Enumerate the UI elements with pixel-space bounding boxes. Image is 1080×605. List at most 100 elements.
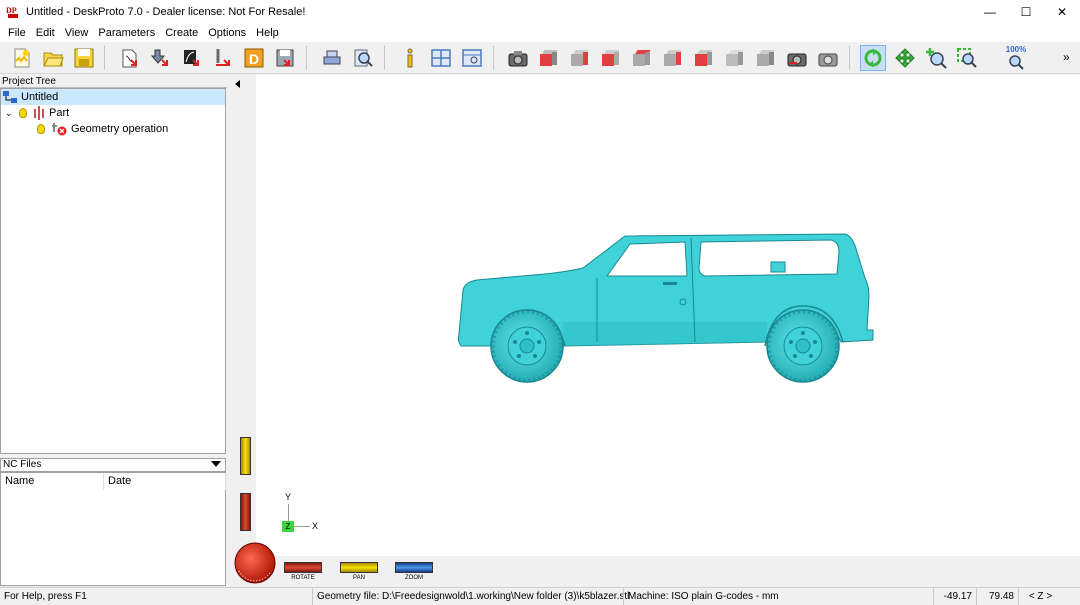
minimize-button[interactable]: — <box>972 0 1008 24</box>
view-top-icon[interactable] <box>691 45 717 71</box>
svg-text:DP: DP <box>6 6 17 15</box>
zoom-slider[interactable] <box>395 562 433 573</box>
tree-item-part[interactable]: ⌄ Part <box>5 105 69 121</box>
project-tree-header: Project Tree <box>0 75 227 88</box>
status-help: For Help, press F1 <box>4 591 87 602</box>
rotate-slider-label: ROTATE <box>291 575 315 581</box>
toolbar-separator <box>493 46 494 70</box>
axis-triad: Y Z X <box>280 490 330 535</box>
front-wheel <box>490 309 564 383</box>
project-tree: Untitled ⌄ Part Geometry operation <box>0 88 226 454</box>
zoom-slider-label: ZOOM <box>405 575 423 581</box>
dxf-export-icon[interactable]: D <box>241 45 267 71</box>
toolbar-separator <box>104 46 105 70</box>
lightbulb-icon[interactable] <box>19 108 27 118</box>
view-right-icon[interactable] <box>598 45 624 71</box>
dropdown-arrow-icon[interactable] <box>211 461 221 467</box>
layout-icon[interactable] <box>428 45 454 71</box>
print-icon[interactable] <box>319 45 345 71</box>
close-button[interactable]: ✕ <box>1044 0 1080 24</box>
toolbar-overflow-icon[interactable]: » <box>1063 50 1070 64</box>
info-icon[interactable] <box>397 45 423 71</box>
status-machine: Machine: ISO plain G-codes - mm <box>623 588 933 605</box>
axis-x-line <box>294 526 310 527</box>
view-iso-icon[interactable] <box>536 45 562 71</box>
menu-view[interactable]: View <box>60 27 94 39</box>
part-icon <box>33 106 45 120</box>
view-shaded-icon[interactable] <box>753 45 779 71</box>
snapshot-settings-icon[interactable] <box>815 45 841 71</box>
tree-item-label: Untitled <box>21 91 59 103</box>
axis-z-marker: Z <box>282 521 294 532</box>
zoom-window-icon[interactable] <box>954 45 980 71</box>
camera-icon[interactable] <box>505 45 531 71</box>
window-title: Untitled - DeskProto 7.0 - Dealer licens… <box>26 6 306 18</box>
import-vector-icon[interactable] <box>148 45 174 71</box>
3d-model[interactable] <box>455 230 875 405</box>
collapse-arrow-icon[interactable] <box>235 80 240 88</box>
pan-slider[interactable] <box>340 562 378 573</box>
status-axis: < Z > <box>1018 588 1062 605</box>
new-file-icon[interactable] <box>9 45 35 71</box>
import-geometry-icon[interactable] <box>117 45 143 71</box>
pan-slider-vertical[interactable] <box>240 437 251 475</box>
column-header-name[interactable]: Name <box>1 473 104 490</box>
status-bar: For Help, press F1 Geometry file: D:\Fre… <box>0 587 1080 605</box>
save-icon[interactable] <box>71 45 97 71</box>
menu-create[interactable]: Create <box>160 27 203 39</box>
view-front-icon[interactable] <box>567 45 593 71</box>
menu-file[interactable]: File <box>3 27 31 39</box>
main-toolbar: D 100% » <box>0 42 1080 74</box>
operation-error-icon <box>51 122 67 136</box>
rotate-mode-icon[interactable] <box>860 45 886 71</box>
tree-item-untitled[interactable]: Untitled <box>1 89 225 105</box>
axis-x-label: X <box>312 521 319 531</box>
toolbar-separator <box>384 46 385 70</box>
menu-bar: File Edit View Parameters Create Options… <box>0 24 1080 42</box>
tree-item-label: Part <box>49 107 70 119</box>
open-folder-icon[interactable] <box>40 45 66 71</box>
chevron-down-icon[interactable]: ⌄ <box>5 108 19 119</box>
view-back-icon[interactable] <box>660 45 686 71</box>
menu-help[interactable]: Help <box>251 27 284 39</box>
zoom-mode-icon[interactable] <box>923 45 949 71</box>
view-bottom-icon[interactable] <box>722 45 748 71</box>
project-icon <box>3 91 17 103</box>
status-coord-x: -49.17 <box>933 588 976 605</box>
import-bitmap-icon[interactable] <box>179 45 205 71</box>
toolbar-separator <box>849 46 850 70</box>
rotate-slider-vertical[interactable] <box>240 493 251 531</box>
svg-text:D: D <box>249 51 259 67</box>
tree-item-geometry-operation[interactable]: Geometry operation <box>37 121 168 137</box>
axis-y-label: Y <box>285 492 292 502</box>
axis-y-line <box>288 504 289 521</box>
app-window: DP Untitled - DeskProto 7.0 - Dealer lic… <box>0 0 1080 605</box>
menu-edit[interactable]: Edit <box>31 27 60 39</box>
nc-files-title: NC Files <box>3 459 42 470</box>
nc-files-list: Name Date <box>0 472 226 586</box>
deskproto-logo-icon[interactable]: DP <box>6 5 20 19</box>
tree-item-label: Geometry operation <box>71 123 169 135</box>
viewport-left-strip <box>230 75 256 586</box>
menu-options[interactable]: Options <box>203 27 251 39</box>
view-left-icon[interactable] <box>629 45 655 71</box>
import-image-icon[interactable] <box>210 45 236 71</box>
lightbulb-icon[interactable] <box>37 124 45 134</box>
status-geometry-file: Geometry file: D:\Freedesignwold\1.worki… <box>312 588 629 605</box>
export-icon[interactable] <box>272 45 298 71</box>
3d-viewport[interactable]: ROTATE PAN ZOOM Y Z X <box>230 75 1080 586</box>
zoom-100-icon[interactable]: 100% <box>1001 45 1031 71</box>
rotate-dial[interactable] <box>233 541 277 585</box>
column-header-date[interactable]: Date <box>104 473 226 490</box>
pan-mode-icon[interactable] <box>892 45 918 71</box>
status-coord-y: 79.48 <box>976 588 1018 605</box>
nc-files-header[interactable]: NC Files <box>0 458 226 472</box>
view-options-icon[interactable] <box>459 45 485 71</box>
snapshot-icon[interactable] <box>784 45 810 71</box>
toolbar-separator <box>306 46 307 70</box>
print-preview-icon[interactable] <box>350 45 376 71</box>
menu-parameters[interactable]: Parameters <box>93 27 160 39</box>
rotate-slider[interactable] <box>284 562 322 573</box>
maximize-button[interactable]: ☐ <box>1008 0 1044 24</box>
rear-wheel <box>766 309 840 383</box>
